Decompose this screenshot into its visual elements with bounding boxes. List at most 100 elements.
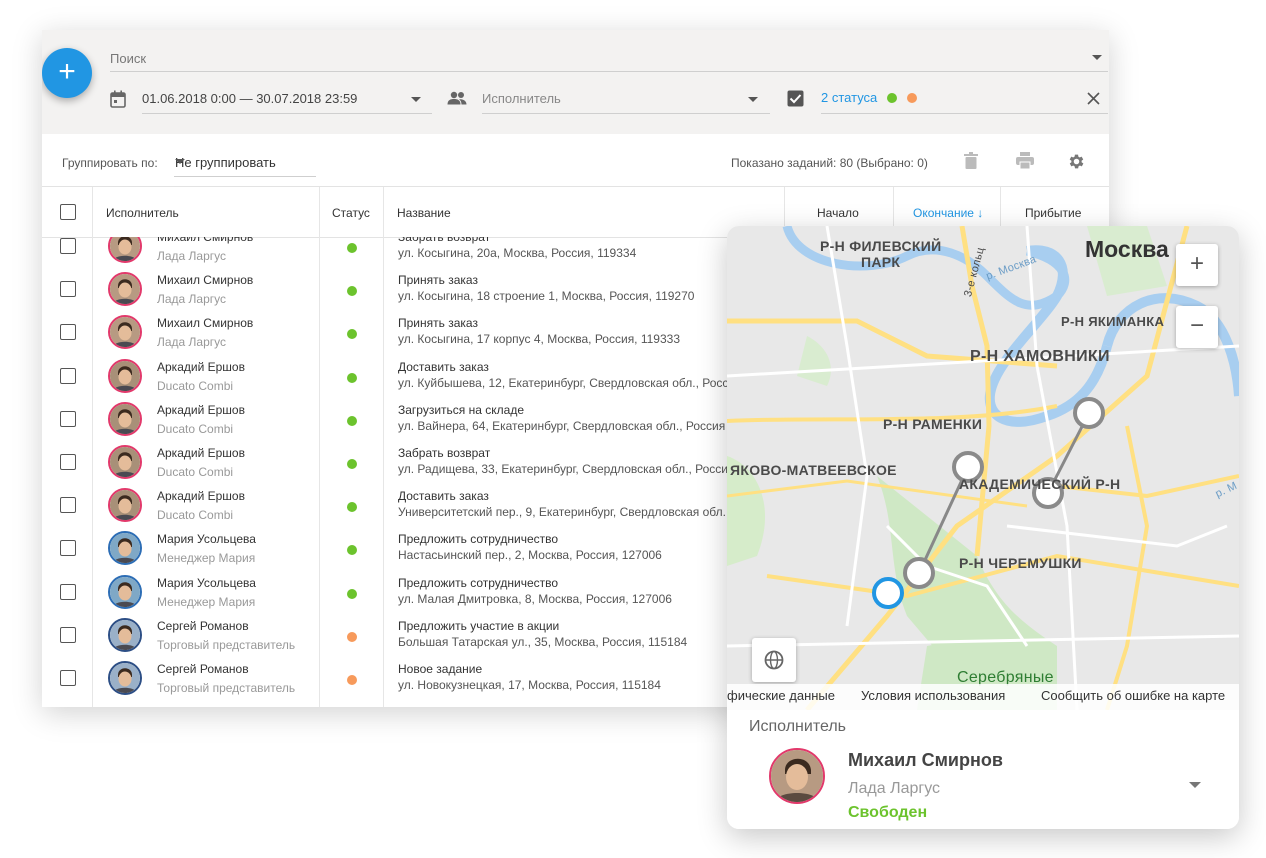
zoom-in-button[interactable]: + bbox=[1176, 244, 1218, 286]
task-address: Настасьинский пер., 2, Москва, Россия, 1… bbox=[398, 548, 662, 562]
search-input[interactable]: Поиск bbox=[110, 44, 1108, 72]
task-address: ул. Вайнера, 64, Екатеринбург, Свердловс… bbox=[398, 419, 726, 433]
add-task-button[interactable]: + bbox=[42, 48, 92, 98]
chevron-down-icon[interactable] bbox=[175, 159, 185, 164]
status-dot bbox=[347, 675, 357, 685]
executor-subtitle: Лада Ларгус bbox=[157, 335, 227, 349]
task-title[interactable]: Новое задание bbox=[398, 662, 482, 676]
search-placeholder: Поиск bbox=[110, 51, 147, 66]
task-title[interactable]: Доставить заказ bbox=[398, 489, 489, 503]
executor-subtitle: Ducato Combi bbox=[157, 508, 234, 522]
executor-name: Аркадий Ершов bbox=[157, 489, 245, 503]
row-checkbox[interactable] bbox=[60, 497, 76, 513]
column-arrival[interactable]: Прибытие bbox=[1025, 206, 1081, 220]
row-checkbox[interactable] bbox=[60, 627, 76, 643]
row-checkbox[interactable] bbox=[60, 540, 76, 556]
executor-name: Аркадий Ершов bbox=[157, 403, 245, 417]
map-label-park: ПАРК bbox=[861, 254, 901, 270]
status-dot bbox=[347, 459, 357, 469]
chevron-down-icon[interactable] bbox=[748, 97, 758, 102]
gear-icon[interactable] bbox=[1067, 152, 1086, 171]
task-address: ул. Косыгина, 17 корпус 4, Москва, Росси… bbox=[398, 332, 681, 346]
report-error-link[interactable]: Сообщить об ошибке на карте bbox=[1041, 688, 1225, 703]
row-checkbox[interactable] bbox=[60, 454, 76, 470]
map-label-khamovniki: Р-Н ХАМОВНИКИ bbox=[970, 348, 1110, 365]
row-checkbox[interactable] bbox=[60, 238, 76, 254]
terms-link[interactable]: Условия использования bbox=[861, 688, 1005, 703]
map-label-moskva: Москва bbox=[1085, 236, 1169, 262]
shown-count-text: Показано заданий: 80 (Выбрано: 0) bbox=[731, 156, 928, 170]
map-attribution: фические данные Условия использования Со… bbox=[727, 684, 1239, 710]
task-title[interactable]: Принять заказ bbox=[398, 316, 478, 330]
status-dot bbox=[347, 502, 357, 512]
map-label-cheremushki: Р-Н ЧЕРЕМУШКИ bbox=[959, 555, 1082, 571]
task-address: ул. Малая Дмитровка, 8, Москва, Россия, … bbox=[398, 592, 672, 606]
executor-subtitle: Ducato Combi bbox=[157, 379, 234, 393]
task-title[interactable]: Забрать возврат bbox=[398, 237, 490, 244]
print-icon[interactable] bbox=[1016, 152, 1034, 169]
task-address: ул. Куйбышева, 12, Екатеринбург, Свердло… bbox=[398, 376, 742, 390]
sort-down-arrow-icon: ↓ bbox=[977, 206, 984, 220]
column-executor[interactable]: Исполнитель bbox=[106, 206, 179, 220]
executor-name: Мария Усольцева bbox=[157, 532, 256, 546]
chevron-down-icon[interactable] bbox=[1189, 782, 1201, 788]
task-title[interactable]: Предложить сотрудничество bbox=[398, 576, 558, 590]
column-name[interactable]: Название bbox=[397, 206, 451, 220]
column-status[interactable]: Статус bbox=[332, 206, 370, 220]
map-type-button[interactable] bbox=[752, 638, 796, 682]
table-toolbar: Группировать по: Не группировать Показан… bbox=[42, 134, 1109, 187]
row-checkbox[interactable] bbox=[60, 368, 76, 384]
filters-bar: + Поиск 01.06.2018 0:00 — 30.07.2018 23:… bbox=[42, 30, 1109, 134]
row-checkbox[interactable] bbox=[60, 670, 76, 686]
executor-name: Михаил Смирнов bbox=[157, 237, 254, 244]
avatar bbox=[108, 402, 142, 436]
group-by-label: Группировать по: bbox=[62, 156, 158, 170]
executor-name: Аркадий Ершов bbox=[157, 360, 245, 374]
executor-filter-field[interactable]: Исполнитель bbox=[482, 86, 770, 114]
group-by-select[interactable]: Не группировать bbox=[174, 148, 316, 177]
globe-icon bbox=[764, 650, 784, 670]
status-filter-field[interactable]: 2 статуса bbox=[821, 86, 1108, 114]
chevron-down-icon[interactable] bbox=[1092, 55, 1102, 60]
executor-subtitle: Лада Ларгус bbox=[157, 292, 227, 306]
executor-label: Исполнитель bbox=[749, 718, 847, 735]
row-checkbox[interactable] bbox=[60, 324, 76, 340]
avatar bbox=[108, 272, 142, 306]
row-checkbox[interactable] bbox=[60, 584, 76, 600]
close-icon[interactable] bbox=[1087, 92, 1100, 105]
executor-status: Свободен bbox=[848, 804, 928, 821]
column-start[interactable]: Начало bbox=[817, 206, 859, 220]
route-point-marker bbox=[1073, 397, 1105, 429]
task-title[interactable]: Предложить участие в акции bbox=[398, 619, 559, 633]
task-title[interactable]: Доставить заказ bbox=[398, 360, 489, 374]
route-point-marker bbox=[903, 557, 935, 589]
zoom-out-button[interactable]: − bbox=[1176, 306, 1218, 348]
status-count-label: 2 статуса bbox=[821, 90, 878, 105]
task-title[interactable]: Загрузиться на складе bbox=[398, 403, 524, 417]
select-all-checkbox[interactable] bbox=[60, 204, 76, 220]
avatar bbox=[769, 748, 825, 804]
executor-subtitle: Торговый представитель bbox=[157, 681, 296, 695]
executor-subtitle: Ducato Combi bbox=[157, 422, 234, 436]
map-data-link[interactable]: фические данные bbox=[727, 688, 835, 703]
row-checkbox[interactable] bbox=[60, 411, 76, 427]
status-dot-green bbox=[886, 93, 897, 103]
checkbox-checked-icon[interactable] bbox=[787, 90, 804, 107]
chevron-down-icon[interactable] bbox=[411, 97, 421, 102]
task-title[interactable]: Предложить сотрудничество bbox=[398, 532, 558, 546]
status-filter-value: 2 статуса bbox=[821, 90, 917, 105]
route-map[interactable]: Р-Н ФИЛЕВСКИЙ ПАРК Москва Р-Н ЯКИМАНКА Р… bbox=[727, 226, 1239, 710]
status-dot bbox=[347, 632, 357, 642]
task-title[interactable]: Забрать возврат bbox=[398, 446, 490, 460]
date-range-field[interactable]: 01.06.2018 0:00 — 30.07.2018 23:59 bbox=[142, 86, 432, 114]
map-label-filevsky: Р-Н ФИЛЕВСКИЙ bbox=[820, 238, 942, 254]
avatar bbox=[108, 445, 142, 479]
avatar bbox=[108, 237, 142, 263]
executor-name: Михаил Смирнов bbox=[848, 750, 1003, 770]
avatar bbox=[108, 618, 142, 652]
task-title[interactable]: Принять заказ bbox=[398, 273, 478, 287]
people-icon bbox=[447, 91, 467, 105]
trash-icon[interactable] bbox=[964, 152, 978, 169]
row-checkbox[interactable] bbox=[60, 281, 76, 297]
column-end[interactable]: Окончание ↓ bbox=[913, 206, 983, 220]
